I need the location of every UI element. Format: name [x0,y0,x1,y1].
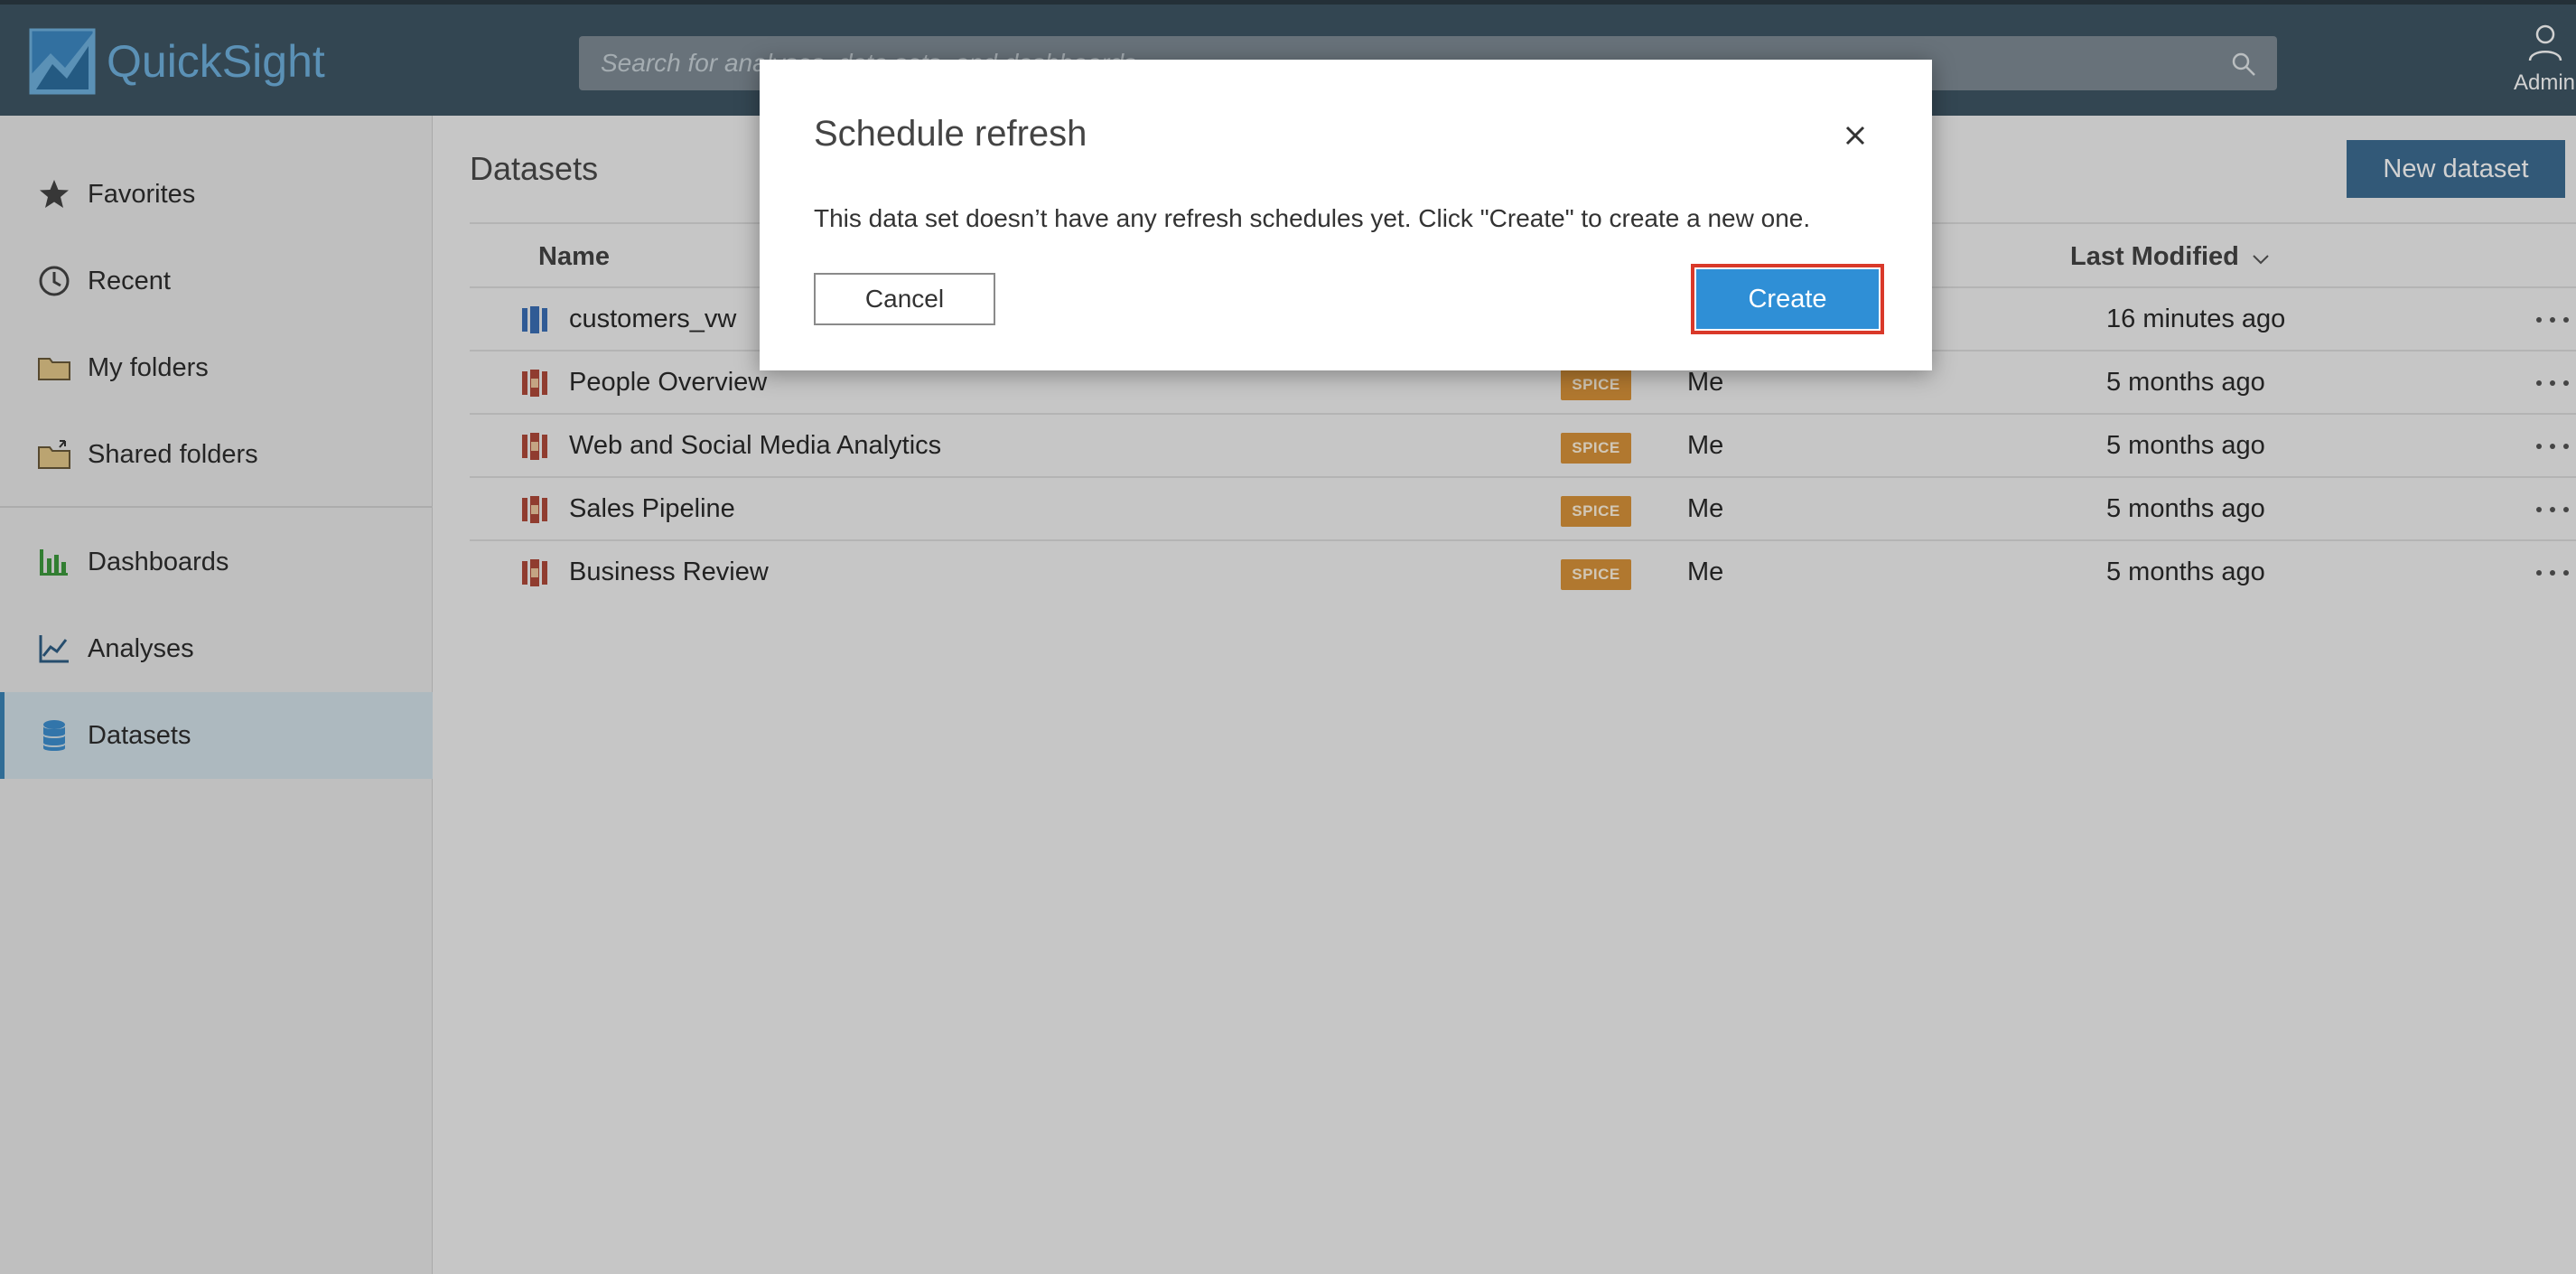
close-button[interactable] [1837,117,1873,154]
create-button[interactable]: Create [1696,269,1879,329]
schedule-refresh-dialog: Schedule refresh This data set doesn’t h… [760,60,1932,370]
close-icon [1845,126,1865,145]
cancel-button[interactable]: Cancel [814,273,995,325]
dialog-title: Schedule refresh [814,114,1087,154]
dialog-message: This data set doesn’t have any refresh s… [814,204,1811,232]
